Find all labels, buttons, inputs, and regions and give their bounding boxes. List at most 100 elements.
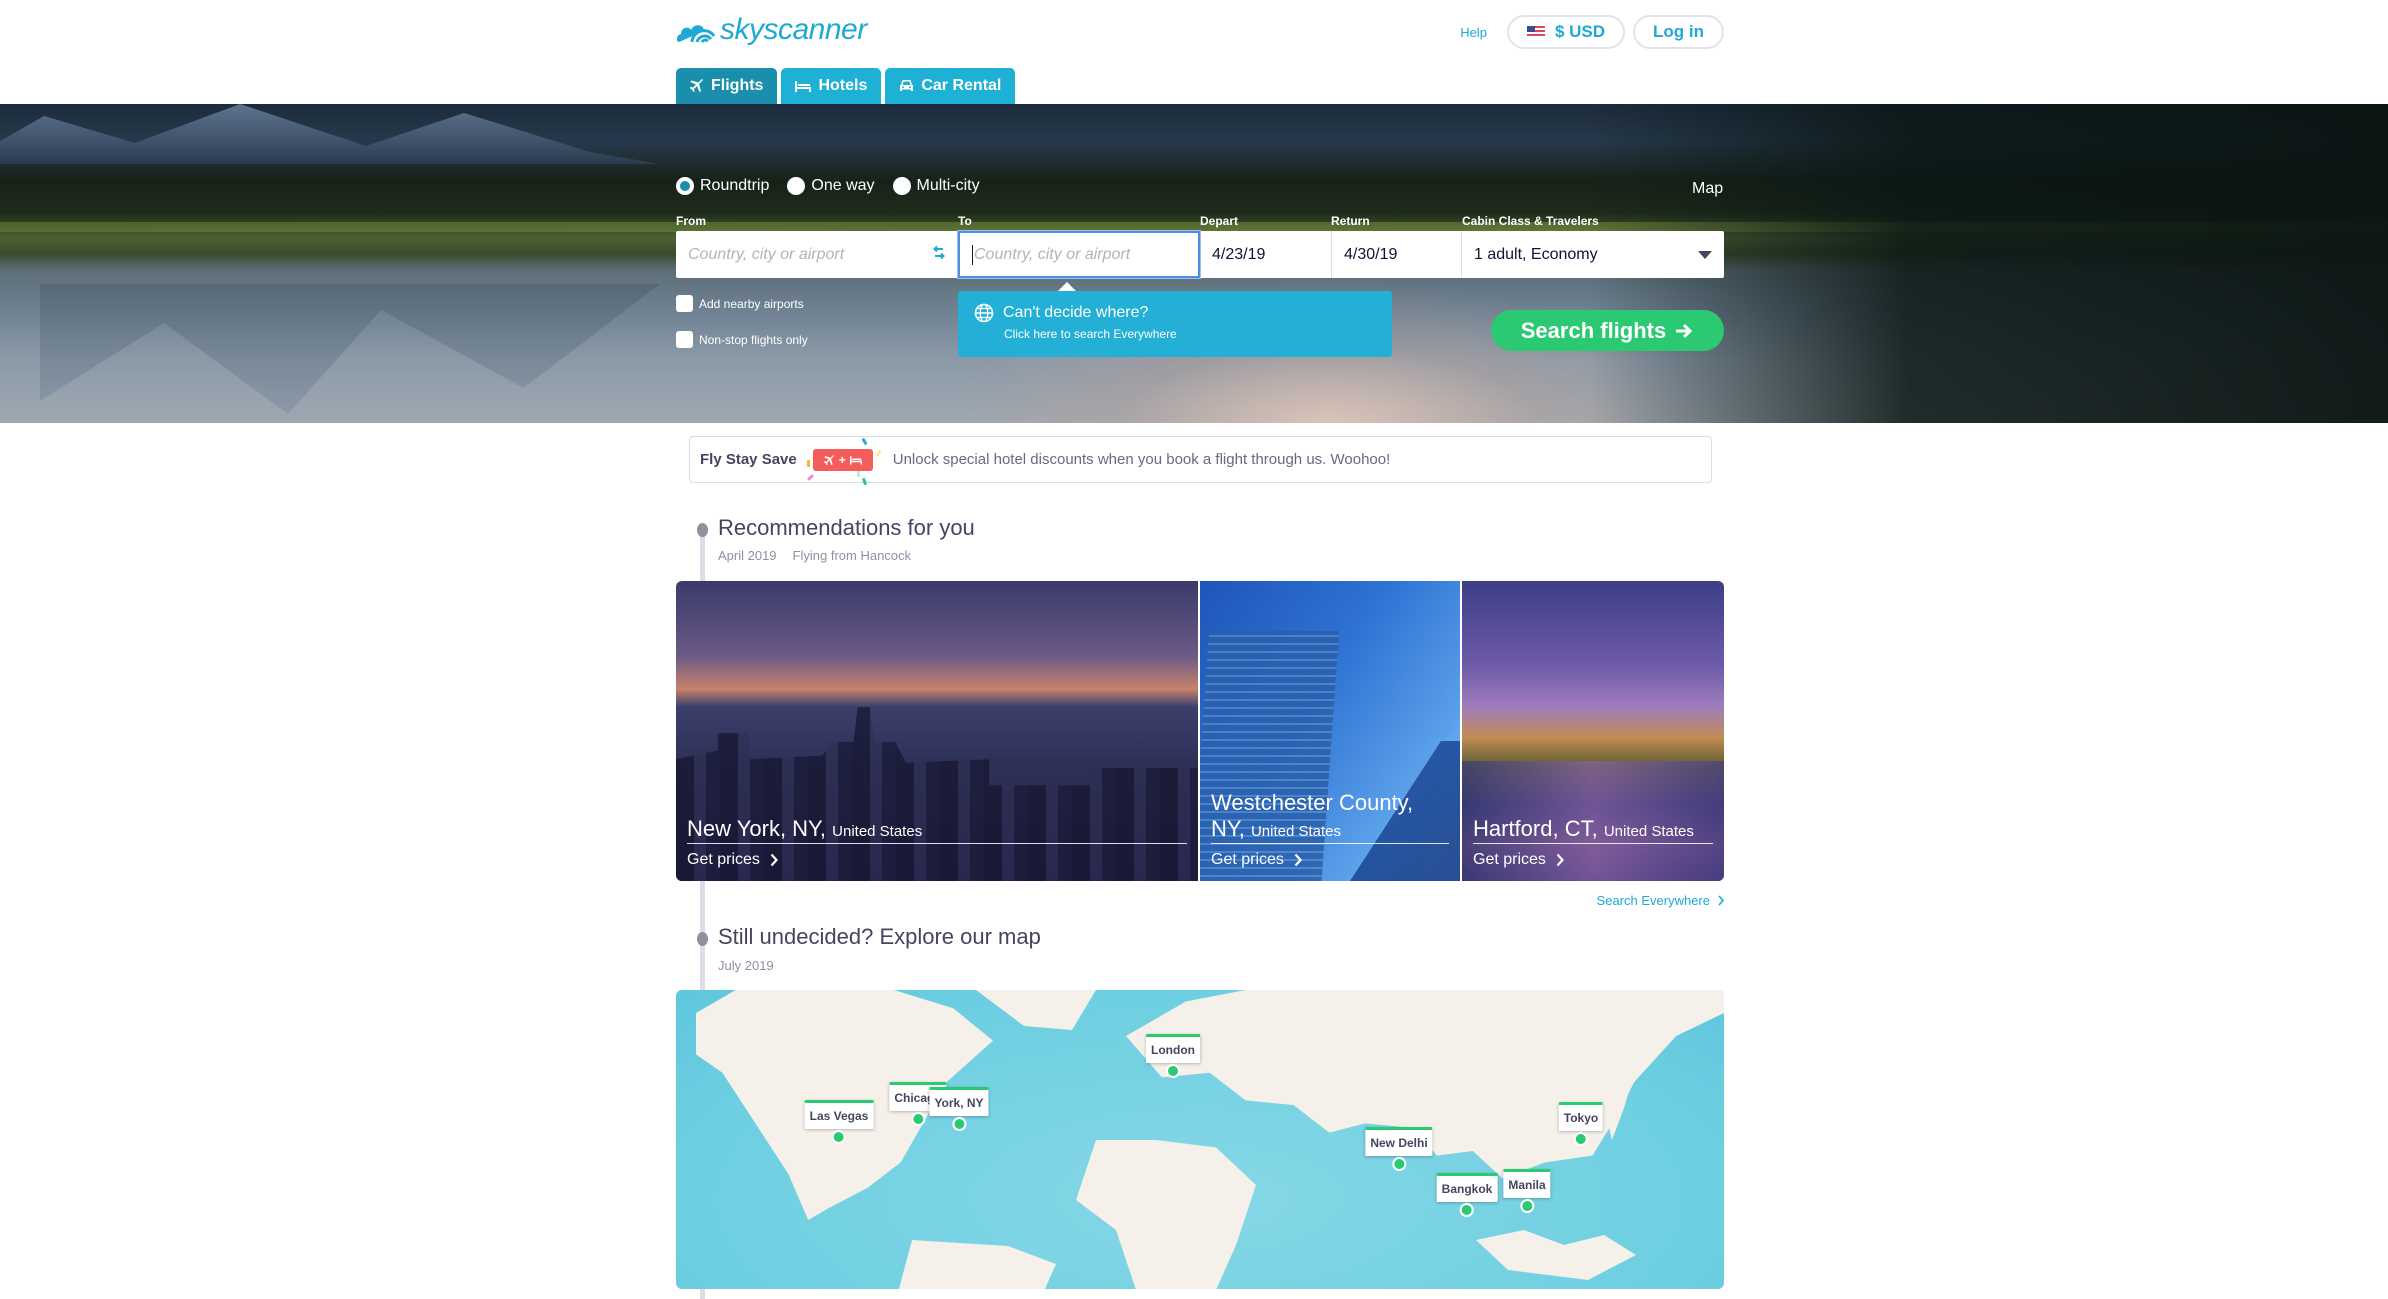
map-pin-london[interactable]: London	[1146, 1034, 1200, 1078]
to-input[interactable]: Country, city or airport	[958, 231, 1200, 278]
recommendation-cards: New York, NY, United States Get prices W…	[676, 581, 1724, 881]
fly-stay-save-banner[interactable]: Fly Stay Save + Unlock special hotel dis…	[689, 436, 1712, 486]
chevron-right-icon	[1294, 853, 1302, 867]
nonstop-checkbox[interactable]	[676, 331, 693, 348]
map-pin-tokyo[interactable]: Tokyo	[1558, 1102, 1604, 1146]
map-pin-bangkok[interactable]: Bangkok	[1436, 1173, 1498, 1217]
map-pin-las-vegas[interactable]: Las Vegas	[804, 1100, 874, 1144]
card-country: United States	[1250, 822, 1342, 840]
map-pin-icon	[1520, 1199, 1534, 1213]
card-destination: New York, NY, United States	[687, 816, 1187, 844]
radio-indicator[interactable]	[676, 177, 694, 195]
pin-label: York, NY	[929, 1087, 989, 1116]
map-pin-icon	[1573, 1132, 1588, 1146]
login-button[interactable]: Log in	[1633, 15, 1724, 49]
get-prices-link[interactable]: Get prices	[687, 851, 1187, 869]
explore-map[interactable]: Las Vegas Chicago York, NY London New De…	[676, 990, 1724, 1289]
radio-label: Roundtrip	[700, 177, 770, 194]
search-flights-button[interactable]: Search flights	[1491, 310, 1724, 351]
tab-label: Flights	[711, 77, 764, 94]
currency-label: $ USD	[1554, 22, 1606, 41]
land-africa	[1076, 1140, 1256, 1289]
confetti-decoration	[875, 449, 882, 458]
fss-description: Unlock special hotel discounts when you …	[892, 451, 1391, 468]
depart-value: 4/23/19	[1212, 245, 1266, 263]
search-button-label: Search flights	[1520, 317, 1667, 343]
map-pin-icon	[1460, 1203, 1474, 1217]
card-destination: Hartford, CT, United States	[1473, 816, 1713, 844]
radio-indicator[interactable]	[892, 177, 911, 195]
login-label: Log in	[1653, 22, 1704, 41]
tooltip-title: Can't decide where?	[1003, 304, 1149, 321]
pin-label: Manila	[1503, 1169, 1551, 1198]
map-pin-icon	[832, 1130, 846, 1144]
return-label: Return	[1331, 214, 1370, 228]
cta-label: Get prices	[1473, 851, 1546, 868]
map-pin-new-york[interactable]: York, NY	[929, 1087, 989, 1131]
get-prices-link[interactable]: Get prices	[1473, 851, 1713, 869]
confetti-decoration	[861, 437, 868, 446]
flight-search-form: Country, city or airport Country, city o…	[676, 231, 1724, 278]
us-flag-icon	[1526, 26, 1545, 38]
tab-label: Hotels	[818, 77, 868, 94]
depart-label: Depart	[1200, 214, 1239, 228]
globe-icon	[974, 303, 994, 323]
search-everywhere-link[interactable]: Search Everywhere	[1597, 893, 1724, 908]
arrow-right-icon	[1676, 323, 1693, 338]
flight-plus-hotel-badge: +	[812, 449, 873, 471]
tab-car-rental[interactable]: Car Rental	[885, 68, 1016, 104]
radio-indicator[interactable]	[787, 177, 806, 195]
currency-button[interactable]: $ USD	[1506, 15, 1626, 49]
pin-label: New Delhi	[1365, 1127, 1433, 1156]
radio-one-way[interactable]: One way	[787, 177, 875, 195]
to-label: To	[958, 214, 972, 228]
destination-card-westchester[interactable]: Westchester County, NY, United States Ge…	[1200, 581, 1460, 881]
plane-icon	[823, 454, 834, 465]
radio-multi-city[interactable]: Multi-city	[892, 177, 980, 195]
nearby-airports-option[interactable]: Add nearby airports	[676, 295, 804, 312]
depart-date-input[interactable]: 4/23/19	[1200, 231, 1332, 278]
mountain-decoration	[0, 104, 660, 164]
nonstop-option[interactable]: Non-stop flights only	[676, 331, 808, 348]
cabin-travelers-select[interactable]: 1 adult, Economy	[1462, 231, 1724, 278]
swap-icon[interactable]	[931, 245, 947, 261]
destination-card-hartford[interactable]: Hartford, CT, United States Get prices	[1462, 581, 1724, 881]
nearby-airports-checkbox[interactable]	[676, 295, 693, 312]
tab-hotels[interactable]: Hotels	[781, 68, 882, 104]
badge-plus: +	[838, 453, 846, 467]
trip-type-selector: Roundtrip One way Multi-city	[676, 177, 980, 195]
get-prices-link[interactable]: Get prices	[1211, 851, 1449, 869]
from-input[interactable]: Country, city or airport	[676, 231, 958, 278]
help-link[interactable]: Help	[1460, 25, 1487, 40]
card-city: New York, NY,	[687, 815, 827, 841]
product-tabs: Flights Hotels Car Rental	[676, 68, 1016, 104]
map-pin-manila[interactable]: Manila	[1503, 1169, 1551, 1213]
from-placeholder: Country, city or airport	[688, 245, 845, 263]
checkbox-label: Non-stop flights only	[699, 332, 808, 347]
recommendations-title: Recommendations for you	[718, 515, 975, 540]
tooltip-subtitle: Click here to search Everywhere	[1004, 327, 1177, 341]
destination-card-new-york[interactable]: New York, NY, United States Get prices	[676, 581, 1198, 881]
confetti-decoration	[861, 477, 867, 486]
map-pin-new-delhi[interactable]: New Delhi	[1365, 1127, 1433, 1171]
tab-flights[interactable]: Flights	[676, 68, 778, 104]
fss-title: Fly Stay Save	[700, 451, 797, 468]
search-everywhere-tooltip[interactable]: Can't decide where? Click here to search…	[958, 282, 1392, 357]
land-indonesia	[1476, 1230, 1636, 1280]
card-country: United States	[832, 822, 923, 840]
chevron-right-icon	[770, 853, 778, 867]
pin-label: London	[1146, 1034, 1200, 1063]
skyscanner-logo[interactable]: skyscanner	[676, 12, 867, 48]
land-greenland	[976, 990, 1096, 1030]
recommendations-origin: Flying from Hancock	[792, 548, 912, 563]
search-everywhere-label: Search Everywhere	[1596, 893, 1710, 908]
map-pin-icon	[911, 1112, 925, 1126]
map-link[interactable]: Map	[1692, 180, 1723, 198]
from-label: From	[676, 214, 706, 228]
chevron-down-icon[interactable]	[1698, 250, 1712, 259]
return-date-input[interactable]: 4/30/19	[1332, 231, 1462, 278]
radio-roundtrip[interactable]: Roundtrip	[676, 177, 769, 195]
return-value: 4/30/19	[1344, 245, 1398, 263]
chevron-right-icon	[1718, 895, 1724, 906]
card-country: United States	[1603, 822, 1694, 840]
